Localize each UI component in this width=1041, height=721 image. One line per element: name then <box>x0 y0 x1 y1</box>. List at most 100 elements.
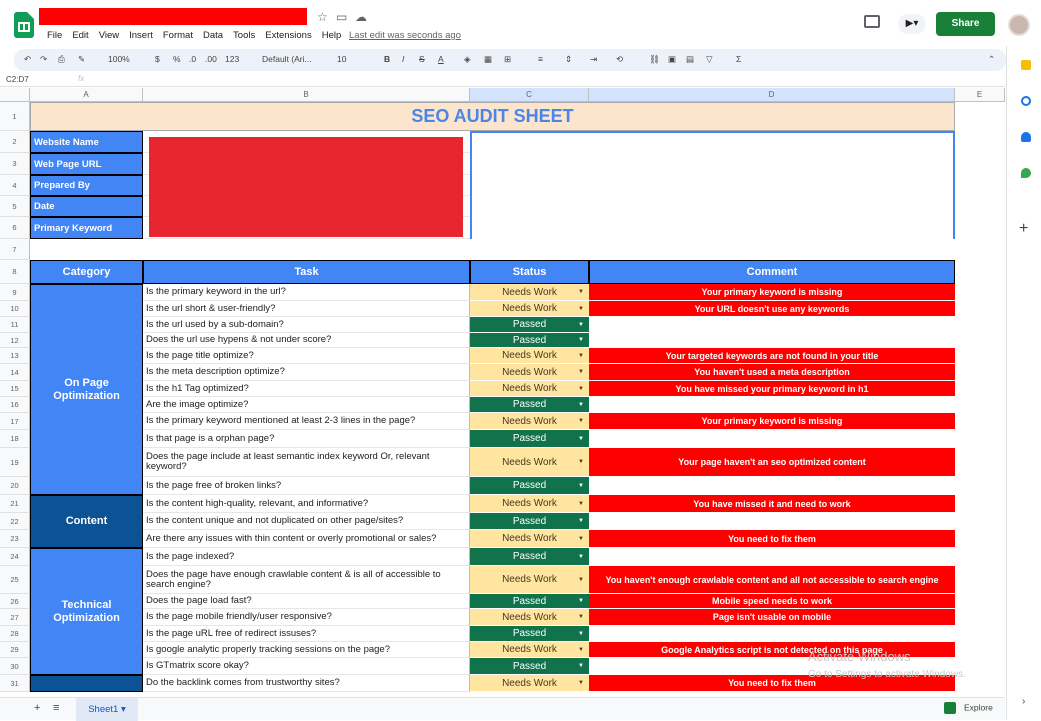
select-all-corner[interactable] <box>0 88 30 102</box>
status-dropdown[interactable]: Passed ▼ <box>470 513 589 530</box>
name-box[interactable]: C2:D7 <box>6 75 29 84</box>
bold-icon[interactable]: B <box>384 54 390 64</box>
share-button[interactable]: Share <box>936 12 995 36</box>
meet-icon[interactable]: ▶▾ <box>898 14 926 34</box>
status-dropdown[interactable]: Needs Work ▼ <box>470 609 589 626</box>
row-header[interactable]: 21 <box>0 495 30 513</box>
star-icon[interactable]: ☆ <box>317 10 328 24</box>
row-header[interactable]: 12 <box>0 333 30 348</box>
dropdown-arrow-icon[interactable]: ▼ <box>578 663 584 669</box>
row-header[interactable]: 11 <box>0 317 30 333</box>
menu-format[interactable]: Format <box>163 30 193 41</box>
dropdown-arrow-icon[interactable]: ▼ <box>578 402 584 408</box>
row-header[interactable]: 29 <box>0 642 30 658</box>
menu-file[interactable]: File <box>47 30 62 41</box>
status-dropdown[interactable]: Passed ▼ <box>470 658 589 675</box>
dropdown-arrow-icon[interactable]: ▼ <box>578 554 584 560</box>
row-header[interactable]: 10 <box>0 301 30 317</box>
row-header[interactable]: 2 <box>0 131 30 153</box>
dropdown-arrow-icon[interactable]: ▼ <box>578 631 584 637</box>
menu-view[interactable]: View <box>99 30 119 41</box>
row-header[interactable]: 27 <box>0 609 30 626</box>
move-folder-icon[interactable]: ▭ <box>336 10 347 24</box>
dropdown-arrow-icon[interactable]: ▼ <box>578 418 584 424</box>
status-dropdown[interactable]: Needs Work ▼ <box>470 381 589 397</box>
dropdown-arrow-icon[interactable]: ▼ <box>578 353 584 359</box>
status-dropdown[interactable]: Passed ▼ <box>470 626 589 642</box>
status-dropdown[interactable]: Needs Work ▼ <box>470 348 589 364</box>
undo-icon[interactable]: ↶ <box>24 54 31 65</box>
status-dropdown[interactable]: Needs Work ▼ <box>470 284 589 301</box>
status-dropdown[interactable]: Needs Work ▼ <box>470 301 589 317</box>
row-header[interactable]: 16 <box>0 397 30 413</box>
column-header-a[interactable]: A <box>30 88 143 102</box>
dropdown-arrow-icon[interactable]: ▼ <box>578 483 584 489</box>
increase-decimal-button[interactable]: .00 <box>205 54 217 64</box>
dropdown-arrow-icon[interactable]: ▼ <box>578 369 584 375</box>
all-sheets-icon[interactable]: ≡ <box>53 702 59 714</box>
document-title-redacted[interactable] <box>39 8 307 25</box>
currency-format-button[interactable]: $ <box>155 54 160 64</box>
insert-link-icon[interactable]: ⛓ <box>649 54 660 65</box>
status-dropdown[interactable]: Passed ▼ <box>470 317 589 333</box>
text-color-icon[interactable]: A <box>438 54 444 64</box>
explore-button[interactable]: Explore <box>944 702 993 714</box>
row-header[interactable]: 13 <box>0 348 30 364</box>
paint-format-icon[interactable]: ✎ <box>78 54 85 65</box>
row-header[interactable]: 9 <box>0 284 30 301</box>
row-header[interactable]: 28 <box>0 626 30 642</box>
dropdown-arrow-icon[interactable]: ▼ <box>578 436 584 442</box>
wrap-icon[interactable]: ⇥ <box>590 54 597 65</box>
redo-icon[interactable]: ↷ <box>40 54 47 65</box>
rotate-icon[interactable]: ⟲ <box>616 54 623 65</box>
menu-tools[interactable]: Tools <box>233 30 255 41</box>
status-dropdown[interactable]: Needs Work ▼ <box>470 566 589 594</box>
dropdown-arrow-icon[interactable]: ▼ <box>578 322 584 328</box>
dropdown-arrow-icon[interactable]: ▼ <box>578 577 584 583</box>
cloud-status-icon[interactable]: ☁ <box>355 10 367 24</box>
status-dropdown[interactable]: Passed ▼ <box>470 333 589 348</box>
decrease-decimal-button[interactable]: .0 <box>189 54 196 64</box>
row-header[interactable]: 25 <box>0 566 30 594</box>
column-header-c[interactable]: C <box>470 88 589 102</box>
row-header[interactable]: 1 <box>0 102 30 131</box>
filter-icon[interactable]: ▽ <box>706 54 713 65</box>
zoom-select[interactable]: 100% <box>108 54 130 64</box>
row-header[interactable]: 7 <box>0 239 30 260</box>
functions-icon[interactable]: Σ <box>736 54 741 64</box>
status-dropdown[interactable]: Needs Work ▼ <box>470 364 589 381</box>
status-dropdown[interactable]: Passed ▼ <box>470 477 589 495</box>
sheets-logo-icon[interactable] <box>14 12 34 38</box>
status-dropdown[interactable]: Passed ▼ <box>470 548 589 566</box>
tasks-icon[interactable] <box>1021 96 1031 106</box>
status-dropdown[interactable]: Needs Work ▼ <box>470 642 589 658</box>
strikethrough-icon[interactable]: S <box>419 54 425 64</box>
row-header[interactable]: 26 <box>0 594 30 609</box>
dropdown-arrow-icon[interactable]: ▼ <box>578 306 584 312</box>
column-header-b[interactable]: B <box>143 88 470 102</box>
maps-icon[interactable] <box>1021 168 1031 178</box>
tab-sheet1[interactable]: Sheet1 ▾ <box>76 698 138 721</box>
row-header[interactable]: 14 <box>0 364 30 381</box>
row-header[interactable]: 18 <box>0 430 30 448</box>
dropdown-arrow-icon[interactable]: ▼ <box>578 289 584 295</box>
align-icon[interactable]: ≡ <box>538 54 543 64</box>
menu-data[interactable]: Data <box>203 30 223 41</box>
dropdown-arrow-icon[interactable]: ▼ <box>578 501 584 507</box>
row-header[interactable]: 6 <box>0 217 30 239</box>
dropdown-arrow-icon[interactable]: ▼ <box>578 518 584 524</box>
italic-icon[interactable]: I <box>402 54 404 64</box>
more-formats-button[interactable]: 123 <box>225 54 239 64</box>
avatar[interactable] <box>1008 14 1030 36</box>
row-header[interactable]: 4 <box>0 175 30 196</box>
row-header[interactable]: 30 <box>0 658 30 675</box>
row-header[interactable]: 22 <box>0 513 30 530</box>
font-select[interactable]: Default (Ari... <box>262 54 312 64</box>
contacts-icon[interactable] <box>1021 132 1031 142</box>
collapse-toolbar-icon[interactable]: ⌃ <box>988 54 995 65</box>
status-dropdown[interactable]: Needs Work ▼ <box>470 413 589 430</box>
add-addon-icon[interactable]: + <box>1019 220 1028 238</box>
status-dropdown[interactable]: Needs Work ▼ <box>470 530 589 548</box>
fill-color-icon[interactable]: ◈ <box>464 54 471 65</box>
vertical-align-icon[interactable]: ⇕ <box>565 54 572 65</box>
